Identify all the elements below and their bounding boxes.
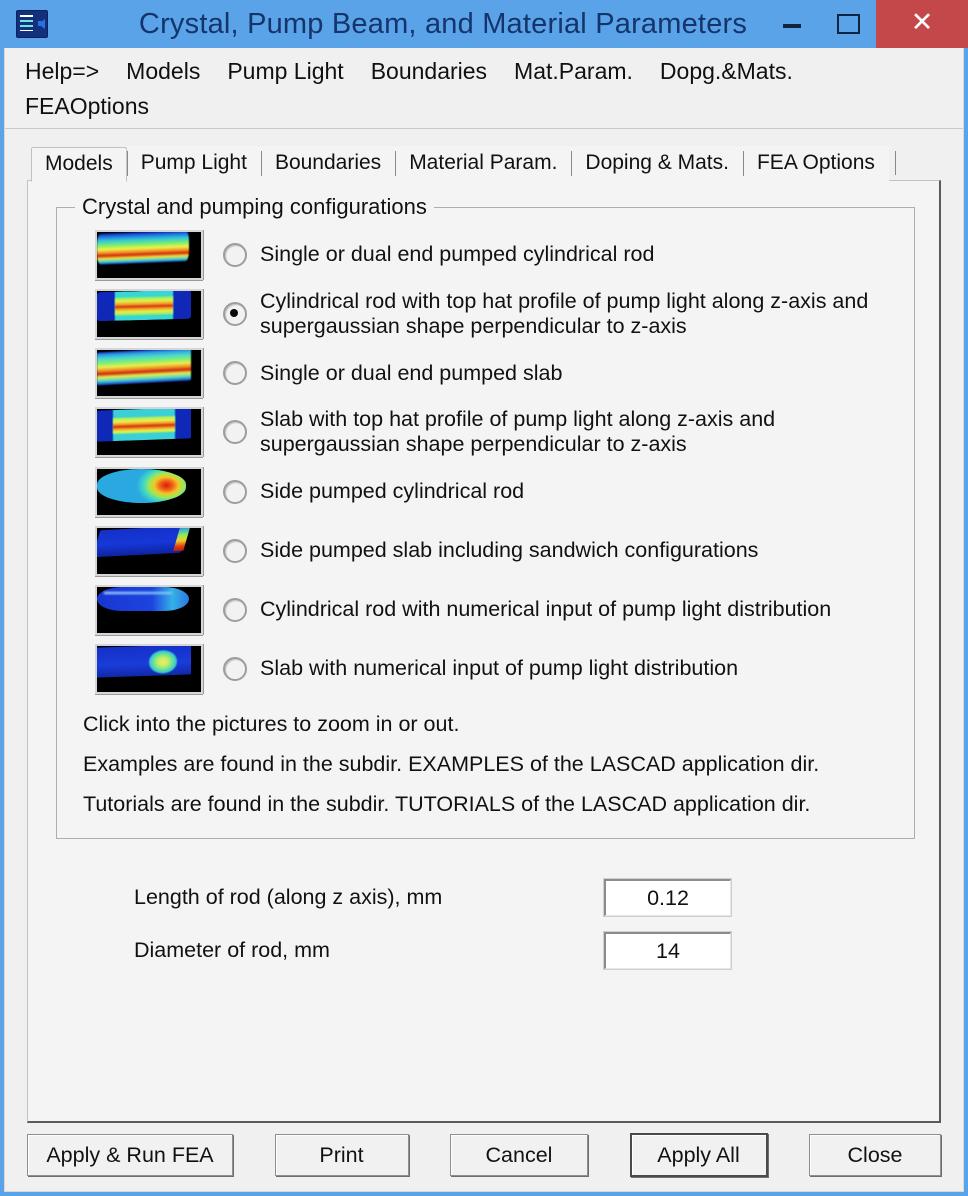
- tab-material-param[interactable]: Material Param.: [395, 146, 572, 181]
- radio-tophat-rod[interactable]: [223, 302, 247, 327]
- menu-row-primary: Help=> Models Pump Light Boundaries Mat.…: [5, 56, 963, 87]
- config-option-label: Slab with top hat profile of pump light …: [260, 407, 776, 457]
- end-pumped-rod-thumbnail[interactable]: [95, 230, 203, 280]
- print-button[interactable]: Print: [274, 1134, 409, 1176]
- menu-item-dopg-mats[interactable]: Dopg.&Mats.: [660, 56, 793, 87]
- config-option-row[interactable]: Cylindrical rod with top hat profile of …: [71, 289, 900, 340]
- config-option-label: Single or dual end pumped slab: [260, 360, 563, 385]
- app-icon-arrow: [38, 19, 45, 29]
- minimize-icon: [783, 24, 801, 28]
- menu-item-fea-options[interactable]: FEAOptions: [25, 91, 149, 122]
- maximize-icon: [836, 14, 860, 34]
- tab-doping-mats[interactable]: Doping & Mats.: [571, 146, 743, 181]
- app-window-icon: [16, 10, 48, 38]
- radio-numerical-rod[interactable]: [223, 597, 247, 622]
- maximize-button[interactable]: [820, 0, 876, 48]
- config-option-row[interactable]: Slab with numerical input of pump light …: [71, 643, 900, 694]
- tab-models[interactable]: Models: [31, 147, 127, 182]
- radio-end-pumped-slab[interactable]: [223, 361, 247, 386]
- title-bar: Crystal, Pump Beam, and Material Paramet…: [0, 0, 968, 48]
- help-text-zoom: Click into the pictures to zoom in or ou…: [83, 711, 460, 736]
- crystal-configurations-group: Crystal and pumping configurations Singl…: [56, 194, 915, 840]
- numerical-slab-thumbnail[interactable]: [95, 643, 203, 694]
- config-option-row[interactable]: Cylindrical rod with numerical input of …: [71, 584, 900, 635]
- app-icon-rows: [20, 15, 33, 31]
- config-option-row[interactable]: Side pumped slab including sandwich conf…: [71, 525, 900, 576]
- group-legend: Crystal and pumping configurations: [75, 194, 434, 220]
- close-icon: ✕: [910, 6, 934, 37]
- menu-item-boundaries[interactable]: Boundaries: [371, 56, 487, 87]
- button-bar: Apply & Run FEA Print Cancel Apply All C…: [5, 1123, 963, 1191]
- radio-numerical-slab[interactable]: [223, 656, 247, 681]
- rod-length-label: Length of rod (along z axis), mm: [134, 885, 443, 910]
- radio-end-pumped-rod[interactable]: [223, 243, 247, 267]
- menu-bar: Help=> Models Pump Light Boundaries Mat.…: [5, 48, 963, 129]
- close-dialog-button[interactable]: Close: [809, 1134, 941, 1176]
- tab-strip: Models Pump Light Boundaries Material Pa…: [27, 145, 941, 182]
- radio-side-pumped-slab[interactable]: [223, 538, 247, 563]
- cancel-button[interactable]: Cancel: [450, 1134, 588, 1176]
- tab-fea-options[interactable]: FEA Options: [742, 146, 889, 181]
- tab-strip-end-divider: [894, 151, 896, 175]
- client-area: Help=> Models Pump Light Boundaries Mat.…: [4, 48, 964, 1192]
- config-option-label: Single or dual end pumped cylindrical ro…: [260, 242, 655, 267]
- rod-diameter-input[interactable]: 14: [603, 931, 732, 971]
- side-pumped-rod-thumbnail[interactable]: [95, 466, 203, 517]
- radio-side-pumped-rod[interactable]: [223, 479, 247, 504]
- menu-item-mat-param[interactable]: Mat.Param.: [514, 56, 633, 87]
- close-button[interactable]: ✕: [876, 0, 968, 48]
- radio-tophat-slab[interactable]: [223, 420, 247, 445]
- config-option-label: Slab with numerical input of pump light …: [260, 655, 739, 680]
- window-controls: ✕: [764, 0, 968, 48]
- tophat-slab-thumbnail[interactable]: [95, 407, 203, 458]
- tab-pump-light[interactable]: Pump Light: [126, 146, 261, 181]
- parameter-fields: Length of rod (along z axis), mm 0.12 Di…: [46, 878, 921, 971]
- menu-item-help[interactable]: Help=>: [25, 56, 99, 87]
- config-option-label: Side pumped slab including sandwich conf…: [260, 537, 759, 562]
- config-option-label: Cylindrical rod with numerical input of …: [260, 596, 832, 621]
- config-option-row[interactable]: Slab with top hat profile of pump light …: [71, 407, 900, 458]
- parameter-row: Length of rod (along z axis), mm 0.12: [46, 878, 921, 918]
- minimize-button[interactable]: [764, 0, 820, 48]
- numerical-rod-thumbnail[interactable]: [95, 584, 203, 635]
- menu-item-models[interactable]: Models: [126, 56, 200, 87]
- config-option-row[interactable]: Side pumped cylindrical rod: [71, 466, 900, 517]
- rod-length-input[interactable]: 0.12: [603, 878, 732, 918]
- help-text-tutorials: Tutorials are found in the subdir. TUTOR…: [83, 792, 811, 817]
- apply-all-button[interactable]: Apply All: [629, 1133, 768, 1177]
- parameter-row: Diameter of rod, mm 14: [46, 931, 921, 971]
- side-pumped-slab-thumbnail[interactable]: [95, 525, 203, 576]
- config-option-row[interactable]: Single or dual end pumped slab: [71, 348, 900, 399]
- config-option-row[interactable]: Single or dual end pumped cylindrical ro…: [71, 230, 900, 280]
- tab-panel-models: Crystal and pumping configurations Singl…: [27, 180, 941, 1123]
- tab-container: Models Pump Light Boundaries Material Pa…: [5, 129, 963, 1123]
- config-option-label: Side pumped cylindrical rod: [260, 478, 525, 503]
- end-pumped-slab-thumbnail[interactable]: [95, 348, 203, 399]
- rod-diameter-label: Diameter of rod, mm: [134, 938, 330, 963]
- menu-item-pump-light[interactable]: Pump Light: [227, 56, 343, 87]
- apply-run-fea-button[interactable]: Apply & Run FEA: [27, 1134, 233, 1176]
- config-option-label: Cylindrical rod with top hat profile of …: [260, 289, 869, 339]
- help-text-examples: Examples are found in the subdir. EXAMPL…: [83, 751, 820, 776]
- tophat-rod-thumbnail[interactable]: [95, 289, 203, 340]
- menu-row-secondary: FEAOptions: [5, 91, 963, 122]
- tab-boundaries[interactable]: Boundaries: [260, 146, 396, 181]
- application-window: Crystal, Pump Beam, and Material Paramet…: [0, 0, 968, 1196]
